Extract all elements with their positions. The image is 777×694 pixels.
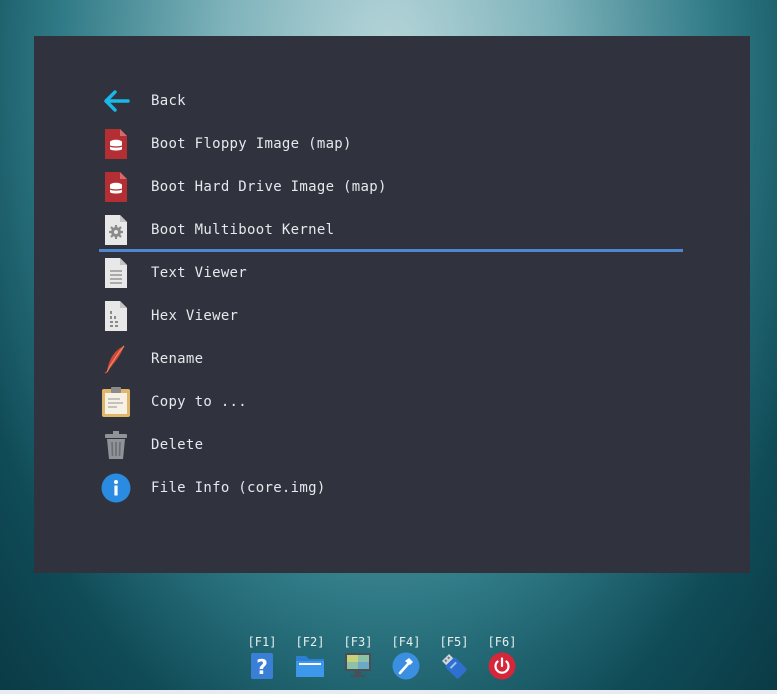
menu-item-label: Back <box>151 92 186 109</box>
menu-item-boot-hard-drive[interactable]: Boot Hard Drive Image (map) <box>98 165 683 208</box>
f5-usb-button[interactable]: [F5] <box>438 634 470 680</box>
power-icon <box>488 652 516 680</box>
menu-item-label: Boot Multiboot Kernel <box>151 221 335 238</box>
menu-item-label: Boot Floppy Image (map) <box>151 135 352 152</box>
function-key-label: [F6] <box>487 635 517 649</box>
menu-item-text-viewer[interactable]: Text Viewer <box>98 251 683 294</box>
menu-item-back[interactable]: Back <box>98 79 683 122</box>
menu-item-label: Copy to ... <box>151 393 248 410</box>
monitor-icon <box>344 652 372 678</box>
function-key-label: [F3] <box>343 635 373 649</box>
menu-item-copy-to[interactable]: Copy to ... <box>98 380 683 423</box>
function-key-bar: [F1] ? [F2] [F3] [F4] [F5] [F6] <box>246 634 518 680</box>
menu-item-label: Delete <box>151 436 204 453</box>
menu-item-label: File Info (core.img) <box>151 479 326 496</box>
f4-tools-button[interactable]: [F4] <box>390 634 422 680</box>
hex-file-icon <box>100 300 132 332</box>
menu-panel: Back Boot Floppy Image (map) Boot Hard D… <box>34 36 750 573</box>
folder-icon <box>295 652 325 678</box>
f3-display-button[interactable]: [F3] <box>342 634 374 680</box>
usb-drive-icon <box>440 652 468 680</box>
hammer-icon <box>392 652 420 680</box>
feather-icon <box>100 343 132 375</box>
menu-item-boot-floppy[interactable]: Boot Floppy Image (map) <box>98 122 683 165</box>
back-arrow-icon <box>100 85 132 117</box>
menu-item-boot-multiboot[interactable]: Boot Multiboot Kernel <box>98 208 683 252</box>
bottom-edge-strip <box>0 690 777 694</box>
trash-icon <box>100 429 132 461</box>
menu-item-hex-viewer[interactable]: Hex Viewer <box>98 294 683 337</box>
menu-item-rename[interactable]: Rename <box>98 337 683 380</box>
info-icon <box>100 472 132 504</box>
help-icon: ? <box>250 652 274 680</box>
text-file-icon <box>100 257 132 289</box>
menu-item-delete[interactable]: Delete <box>98 423 683 466</box>
function-key-label: [F2] <box>295 635 325 649</box>
menu-item-label: Text Viewer <box>151 264 248 281</box>
menu-item-label: Hex Viewer <box>151 307 239 324</box>
f1-help-button[interactable]: [F1] ? <box>246 634 278 680</box>
menu-item-label: Boot Hard Drive Image (map) <box>151 178 387 195</box>
context-menu: Back Boot Floppy Image (map) Boot Hard D… <box>98 79 683 509</box>
menu-item-file-info[interactable]: File Info (core.img) <box>98 466 683 509</box>
disk-image-icon <box>100 171 132 203</box>
svg-text:?: ? <box>256 655 268 679</box>
kernel-file-icon <box>100 214 132 246</box>
disk-image-icon <box>100 128 132 160</box>
function-key-label: [F5] <box>439 635 469 649</box>
function-key-label: [F4] <box>391 635 421 649</box>
menu-item-label: Rename <box>151 350 204 367</box>
f6-power-button[interactable]: [F6] <box>486 634 518 680</box>
function-key-label: [F1] <box>247 635 277 649</box>
f2-files-button[interactable]: [F2] <box>294 634 326 680</box>
clipboard-icon <box>100 386 132 418</box>
